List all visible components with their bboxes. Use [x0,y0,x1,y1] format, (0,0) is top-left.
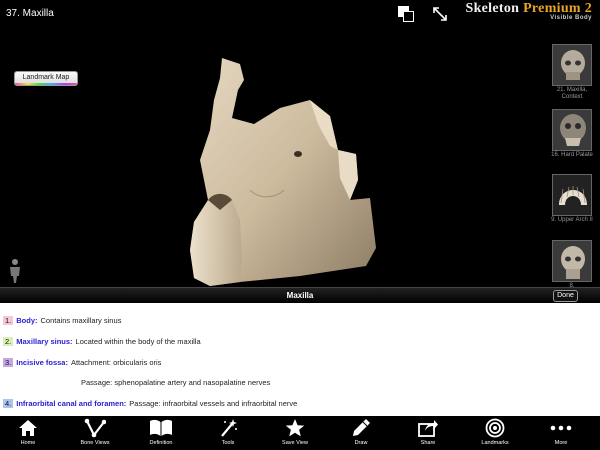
item-term: Body: [16,316,38,325]
bottom-toolbar: Home Bone Views Definition Tools Save Vi… [0,416,600,450]
view-title: 37. Maxilla [6,8,54,19]
tool-label: Definition [149,440,173,446]
landmarks-button[interactable]: Landmarks [467,417,523,450]
tool-label: Tools [221,440,235,446]
incisive-fossa-passage: Passage: sphenopalatine artery and nasop… [81,378,271,387]
item-number: 1. [3,316,14,325]
item-number: 3. [3,358,14,367]
tool-label: Home [20,440,36,446]
share-button[interactable]: Share [400,417,456,450]
item-number: 2. [3,337,14,346]
done-button[interactable]: Done [553,290,578,302]
item-term: Maxillary sinus: [16,337,73,346]
skull-thumbnail-image [552,44,592,86]
tool-label: Draw [354,440,368,446]
tool-label: Share [420,440,436,446]
info-panel-title: Maxilla [286,291,314,300]
more-dots-icon [533,417,589,439]
thumbnail-maxilla-context[interactable]: 21. Maxilla, Context [550,44,594,101]
person-figure-icon[interactable] [7,258,23,284]
brand-word-skeleton: Skeleton [465,1,520,16]
tool-label: Bone Views [80,440,110,446]
top-bar: 37. Maxilla Skeleton Premium 2 Visible B… [0,0,600,28]
info-panel-header: Maxilla Done [0,287,600,303]
item-term: Infraorbital canal and foramen: [16,399,127,408]
thumbnail-label: 9. Upper Arch II [551,217,593,223]
target-icon [467,417,523,439]
share-icon [400,417,456,439]
tool-label: More [554,440,568,446]
thumbnail-upper-arch[interactable]: 9. Upper Arch II [550,174,594,224]
item-desc: Passage: infraorbital vessels and infrao… [129,399,298,408]
landmark-map-label: Landmark Map [22,74,70,81]
thumbnail-label: 16. Hard Palate [551,152,593,158]
thumbnail-skull-view[interactable]: 8. [550,240,594,290]
definition-item-incisive-fossa[interactable]: 3. Incisive fossa: Attachment: orbicularis… [3,358,161,367]
draw-button[interactable]: Draw [333,417,389,450]
layers-toggle-icon[interactable] [396,5,416,23]
definition-item-body[interactable]: 1. Body: Contains maxillary sinus [3,316,121,325]
tool-label: Save View [282,440,308,446]
model-viewport[interactable]: Landmark Map 21. Maxilla, Context 16. Ha… [0,28,600,290]
skull-thumbnail-image [552,109,592,151]
more-button[interactable]: More [533,417,589,450]
item-number: 4. [3,399,14,408]
definition-item-maxillary-sinus[interactable]: 2. Maxillary sinus: Located within the bod… [3,337,201,346]
save-view-button[interactable]: Save View [267,417,323,450]
pencil-icon [333,417,389,439]
expand-icon[interactable] [430,4,450,24]
bone-views-icon [67,417,123,439]
thumbnail-hard-palate[interactable]: 16. Hard Palate [550,109,594,159]
definition-panel: 1. Body: Contains maxillary sinus 2. Maxill… [0,303,600,416]
tools-button[interactable]: Tools [200,417,256,450]
skull-thumbnail-image [552,240,592,282]
book-icon [133,417,189,439]
definition-button[interactable]: Definition [133,417,189,450]
home-icon [0,417,56,439]
home-button[interactable]: Home [0,417,56,450]
bone-views-button[interactable]: Bone Views [67,417,123,450]
star-icon [267,417,323,439]
thumbnail-label: 21. Maxilla, Context [556,87,588,100]
item-desc: Located within the body of the maxilla [75,337,201,346]
landmark-map-button[interactable]: Landmark Map [14,71,78,86]
brand-word-premium: Premium 2 [523,1,592,16]
item-term: Incisive fossa: [16,358,68,367]
maxilla-bone-model[interactable] [180,50,380,288]
magic-wand-icon [200,417,256,439]
tool-label: Landmarks [481,440,509,446]
item-desc: Contains maxillary sinus [40,316,122,325]
app-brand-logo: Skeleton Premium 2 Visible Body [466,1,593,21]
item-desc: Attachment: orbicularis oris [70,358,162,367]
definition-item-infraorbital-canal[interactable]: 4. Infraorbital canal and foramen: Passage… [3,399,297,408]
teeth-thumbnail-image [552,174,592,216]
